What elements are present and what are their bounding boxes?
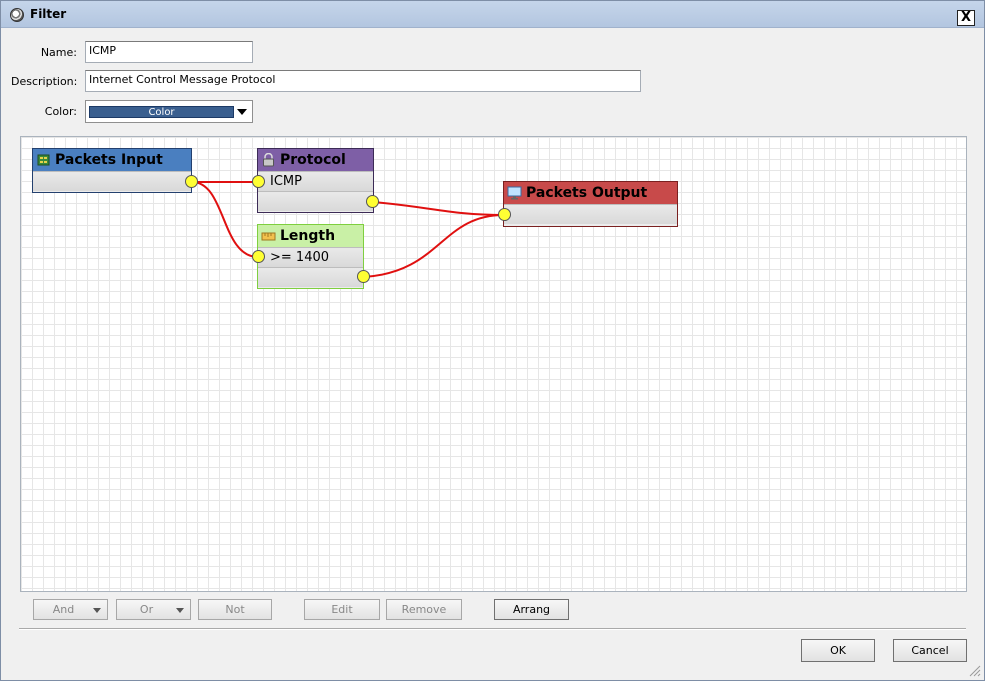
monitor-icon — [507, 186, 522, 200]
port-protocol-in[interactable] — [252, 175, 265, 188]
filter-graph-canvas[interactable]: Packets Input Protocol ICMP Length >= 14… — [20, 136, 967, 592]
ok-button[interactable]: OK — [801, 639, 875, 662]
node-length-output-row — [258, 267, 363, 287]
footer-separator — [19, 628, 966, 630]
node-packets-output-title: Packets Output — [526, 185, 648, 201]
cancel-button[interactable]: Cancel — [893, 639, 967, 662]
filter-dialog: Filter X Name: ICMP Description: Interne… — [0, 0, 985, 681]
and-dropdown-button[interactable]: And — [33, 599, 108, 620]
arrange-button[interactable]: Arrang — [494, 599, 569, 620]
chevron-down-icon — [237, 109, 247, 115]
node-protocol-header[interactable]: Protocol — [258, 149, 373, 171]
or-button-label: Or — [139, 603, 154, 616]
node-length[interactable]: Length >= 1400 — [257, 224, 364, 289]
node-length-title: Length — [280, 228, 336, 244]
ruler-icon — [261, 232, 276, 241]
node-length-value[interactable]: >= 1400 — [258, 247, 363, 267]
color-swatch: Color — [89, 106, 234, 118]
node-packets-input-row — [33, 171, 191, 191]
port-packets-output-in[interactable] — [498, 208, 511, 221]
node-packets-output[interactable]: Packets Output — [503, 181, 678, 227]
name-input[interactable]: ICMP — [85, 41, 253, 63]
node-protocol-title: Protocol — [280, 152, 346, 168]
edit-button[interactable]: Edit — [304, 599, 380, 620]
and-button-label: And — [52, 603, 75, 616]
wire-protocol-to-output — [372, 201, 505, 216]
window-title: Filter — [30, 7, 67, 21]
chevron-down-icon — [93, 608, 101, 613]
remove-button[interactable]: Remove — [386, 599, 462, 620]
title-bar[interactable]: Filter X — [1, 1, 984, 28]
color-label: Color: — [44, 105, 77, 118]
node-length-header[interactable]: Length — [258, 225, 363, 247]
description-label: Description: — [11, 75, 78, 88]
node-protocol-output-row — [258, 191, 373, 211]
close-button[interactable]: X — [957, 10, 975, 26]
node-protocol[interactable]: Protocol ICMP — [257, 148, 374, 213]
resize-grip-icon[interactable] — [967, 663, 981, 677]
connection-wires — [191, 181, 505, 278]
chip-icon — [37, 154, 50, 166]
port-packets-input-out[interactable] — [185, 175, 198, 188]
not-button[interactable]: Not — [198, 599, 272, 620]
wire-input-to-length — [191, 181, 259, 258]
node-packets-input-title: Packets Input — [55, 152, 163, 168]
wire-length-to-output — [363, 214, 505, 278]
filter-app-icon — [10, 8, 24, 22]
lock-icon — [263, 153, 274, 167]
port-length-out[interactable] — [357, 270, 370, 283]
node-packets-output-row — [504, 204, 677, 224]
color-dropdown[interactable]: Color — [85, 100, 253, 123]
port-protocol-out[interactable] — [366, 195, 379, 208]
or-dropdown-button[interactable]: Or — [116, 599, 191, 620]
node-packets-input[interactable]: Packets Input — [32, 148, 192, 193]
node-packets-output-header[interactable]: Packets Output — [504, 182, 677, 204]
port-length-in[interactable] — [252, 250, 265, 263]
chevron-down-icon — [176, 608, 184, 613]
description-input[interactable]: Internet Control Message Protocol — [85, 70, 641, 92]
node-protocol-value[interactable]: ICMP — [258, 171, 373, 191]
name-label: Name: — [40, 46, 77, 59]
node-packets-input-header[interactable]: Packets Input — [33, 149, 191, 171]
